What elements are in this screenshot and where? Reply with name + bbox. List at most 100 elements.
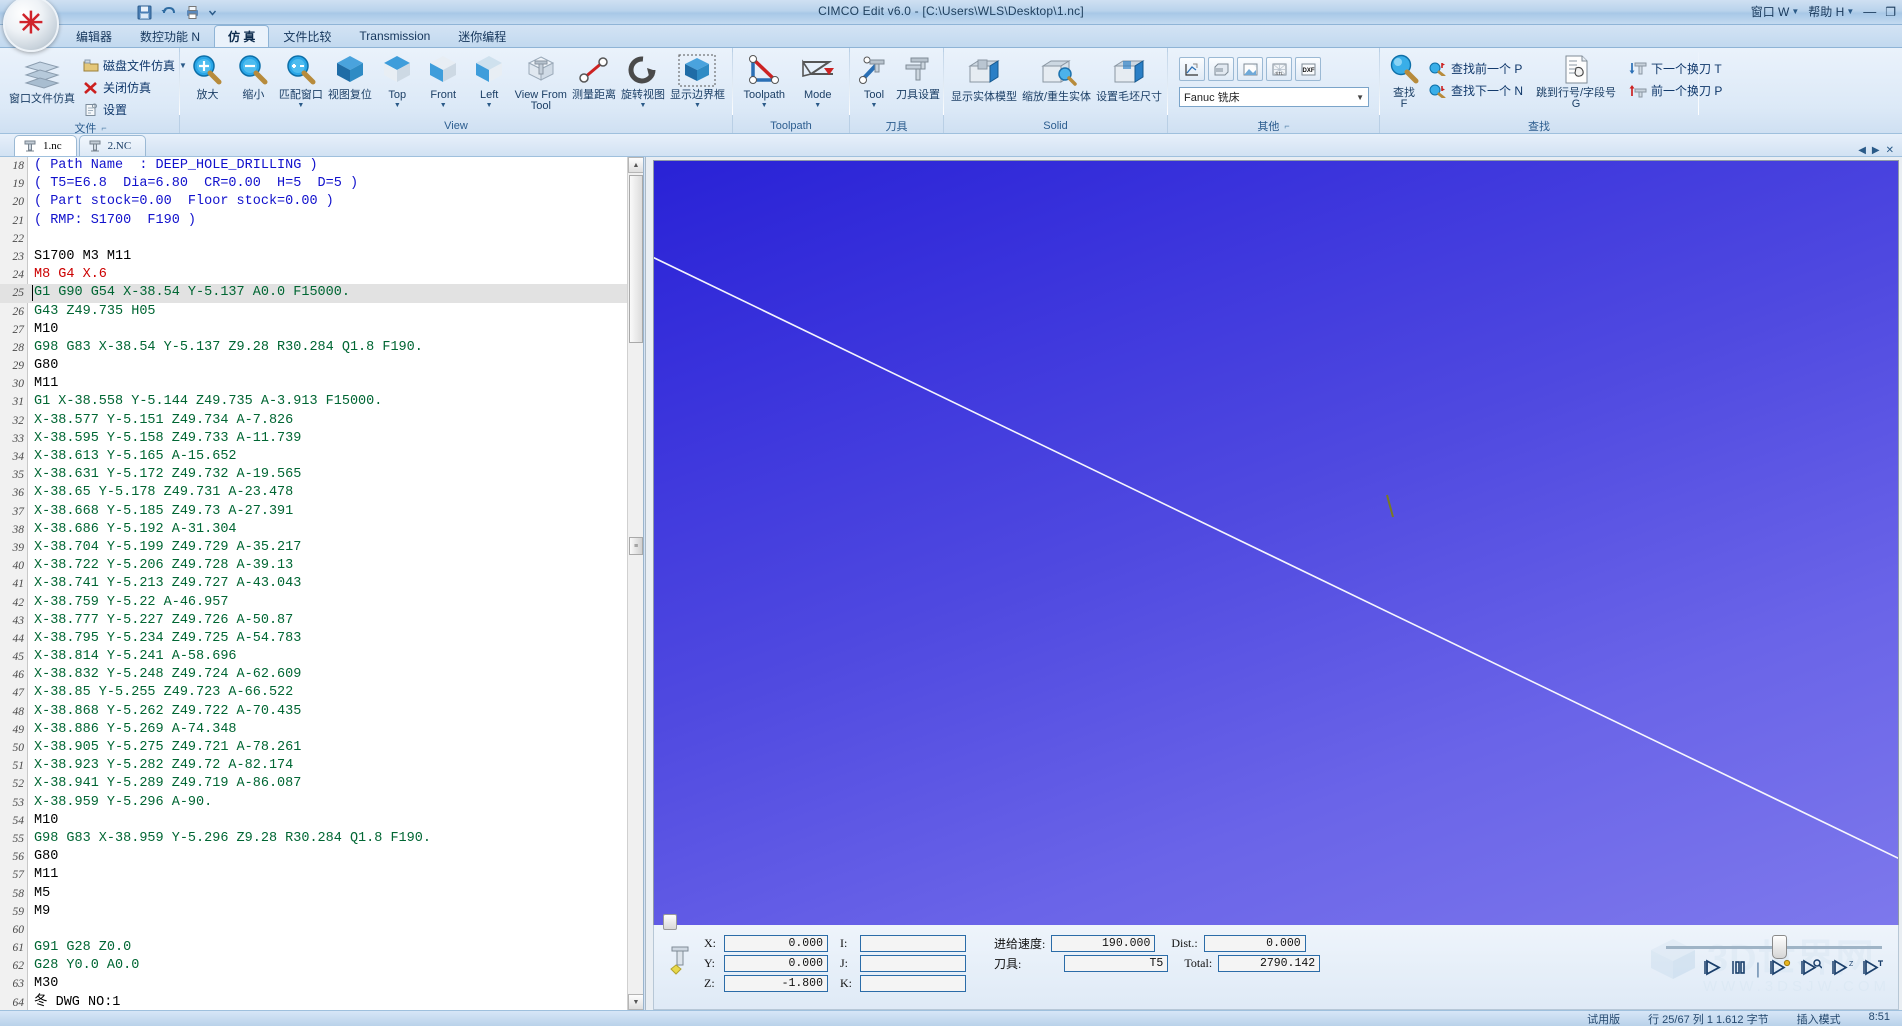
tool-value[interactable]: T5: [1064, 955, 1169, 972]
line-text[interactable]: M10: [28, 321, 58, 339]
chevron-down-icon[interactable]: ▼: [486, 102, 493, 109]
code-line[interactable]: 30 M11: [0, 375, 627, 393]
code-line[interactable]: 60: [0, 921, 627, 939]
machine-select[interactable]: Fanuc 铣床 ▼: [1179, 87, 1369, 107]
code-line[interactable]: 54 M10: [0, 812, 627, 830]
window-controls[interactable]: 窗口 W ▼ 帮助 H ▼ — ❐: [1751, 3, 1896, 20]
tab-close-icon[interactable]: ✕: [1886, 145, 1894, 156]
code-line[interactable]: 47 X-38.85 Y-5.255 Z49.723 A-66.522: [0, 684, 627, 702]
menu-window[interactable]: 窗口 W ▼: [1751, 3, 1800, 20]
line-text[interactable]: X-38.595 Y-5.158 Z49.733 A-11.739: [28, 430, 301, 448]
next-toolchange-button[interactable]: 下一个换刀 T: [1624, 58, 1727, 79]
code-line[interactable]: 33 X-38.595 Y-5.158 Z49.733 A-11.739: [0, 430, 627, 448]
tab-scroll-left-icon[interactable]: ◀: [1858, 145, 1866, 156]
code-line[interactable]: 52 X-38.941 Y-5.289 Z49.719 A-86.087: [0, 775, 627, 793]
toolpath-mode-button[interactable]: Mode ▼: [792, 51, 845, 110]
window-file-sim-button[interactable]: 窗口文件仿真: [7, 55, 77, 106]
disk-file-sim-button[interactable]: 磁盘文件仿真 ▼: [78, 55, 192, 76]
scroll-marker[interactable]: ≡: [629, 537, 643, 555]
code-line[interactable]: 23 S1700 M3 M11: [0, 248, 627, 266]
line-text[interactable]: G1 X-38.558 Y-5.144 Z49.735 A-3.913 F150…: [28, 393, 382, 411]
editor-vertical-scrollbar[interactable]: ▲ ≡ ▼: [627, 157, 643, 1010]
tool-setup-button[interactable]: 刀具设置: [894, 51, 942, 102]
line-text[interactable]: X-38.886 Y-5.269 A-74.348: [28, 721, 237, 739]
total-value[interactable]: 2790.142: [1218, 955, 1321, 972]
restore-button[interactable]: ❐: [1885, 5, 1896, 19]
zoom-out-button[interactable]: 缩小: [231, 51, 276, 102]
line-text[interactable]: X-38.741 Y-5.213 Z49.727 A-43.043: [28, 575, 301, 593]
stl-icon[interactable]: STL: [1266, 57, 1292, 81]
line-text[interactable]: X-38.65 Y-5.178 Z49.731 A-23.478: [28, 484, 293, 502]
tab-scroll-right-icon[interactable]: ▶: [1872, 145, 1880, 156]
line-text[interactable]: M9: [28, 903, 50, 921]
line-text[interactable]: S1700 M3 M11: [28, 248, 131, 266]
code-line[interactable]: 34 X-38.613 Y-5.165 A-15.652: [0, 448, 627, 466]
line-text[interactable]: X-38.959 Y-5.296 A-90.: [28, 794, 212, 812]
j-value[interactable]: [860, 955, 966, 972]
chevron-down-icon[interactable]: ▼: [640, 102, 647, 109]
line-text[interactable]: X-38.613 Y-5.165 A-15.652: [28, 448, 237, 466]
code-line[interactable]: 39 X-38.704 Y-5.199 Z49.729 A-35.217: [0, 539, 627, 557]
code-line[interactable]: 32 X-38.577 Y-5.151 Z49.734 A-7.826: [0, 412, 627, 430]
view-front-button[interactable]: Front ▼: [421, 51, 466, 110]
doc-tab-2nc[interactable]: 2.NC: [78, 135, 147, 156]
ribbon-tab-file-compare[interactable]: 文件比较: [269, 25, 345, 47]
line-text[interactable]: G28 Y0.0 A0.0: [28, 957, 139, 975]
show-solid-model-button[interactable]: 显示实体模型: [949, 51, 1019, 104]
code-line[interactable]: 62 G28 Y0.0 A0.0: [0, 957, 627, 975]
chevron-down-icon[interactable]: ▼: [694, 102, 701, 109]
line-text[interactable]: G80: [28, 357, 58, 375]
code-line[interactable]: 27 M10: [0, 321, 627, 339]
export-image-icon[interactable]: [1237, 57, 1263, 81]
line-text[interactable]: X-38.832 Y-5.248 Z49.724 A-62.609: [28, 666, 301, 684]
zoom-fit-window-button[interactable]: 匹配窗口 ▼: [277, 51, 325, 110]
doc-tab-1nc[interactable]: 1.nc: [14, 135, 77, 156]
z-value[interactable]: -1.800: [724, 975, 828, 992]
chevron-down-icon[interactable]: ▼: [871, 102, 878, 109]
chevron-down-icon[interactable]: ▼: [297, 102, 304, 109]
line-text[interactable]: ( T5=E6.8 Dia=6.80 CR=0.00 H=5 D=5 ): [28, 175, 358, 193]
toolpath-button[interactable]: Toolpath ▼: [738, 51, 791, 110]
line-text[interactable]: G43 Z49.735 H05: [28, 303, 156, 321]
document-tab-bar[interactable]: 1.nc 2.NC ◀ ▶ ✕: [0, 134, 1902, 157]
dxf-icon[interactable]: DXF: [1295, 57, 1321, 81]
dialog-launcher-icon[interactable]: ⌐: [101, 123, 106, 133]
line-text[interactable]: X-38.85 Y-5.255 Z49.723 A-66.522: [28, 684, 293, 702]
line-text[interactable]: X-38.777 Y-5.227 Z49.726 A-50.87: [28, 612, 293, 630]
panel-resize-handle[interactable]: [663, 914, 677, 930]
goto-line-button[interactable]: 跳到行号/字段号 G: [1535, 51, 1617, 111]
step-block-button[interactable]: [1769, 959, 1791, 981]
scroll-up-button[interactable]: ▲: [628, 157, 643, 173]
line-text[interactable]: X-38.759 Y-5.22 A-46.957: [28, 594, 228, 612]
playback-slider-thumb[interactable]: [1771, 935, 1787, 959]
view-reset-button[interactable]: 视图复位: [326, 51, 374, 102]
ribbon-tab-strip[interactable]: 编辑器 数控功能 N 仿 真 文件比较 Transmission 迷你编程: [0, 25, 1902, 48]
x-value[interactable]: 0.000: [724, 935, 828, 952]
line-text[interactable]: M11: [28, 866, 58, 884]
chevron-down-icon[interactable]: ▼: [1356, 93, 1364, 102]
code-line[interactable]: 31 G1 X-38.558 Y-5.144 Z49.735 A-3.913 F1…: [0, 393, 627, 411]
scroll-thumb[interactable]: [629, 175, 643, 343]
line-text[interactable]: M11: [28, 375, 58, 393]
code-line[interactable]: 40 X-38.722 Y-5.206 Z49.728 A-39.13: [0, 557, 627, 575]
line-text[interactable]: X-38.704 Y-5.199 Z49.729 A-35.217: [28, 539, 301, 557]
code-line[interactable]: 64 冬 DWG NO:1: [0, 994, 627, 1010]
ribbon-tab-transmission[interactable]: Transmission: [345, 25, 444, 47]
feed-rate-value[interactable]: 190.000: [1051, 935, 1156, 952]
plot-icon[interactable]: [1179, 57, 1205, 81]
playback-slider[interactable]: [1666, 935, 1882, 959]
line-text[interactable]: ( Part stock=0.00 Floor stock=0.00 ): [28, 193, 334, 211]
line-text[interactable]: X-38.941 Y-5.289 Z49.719 A-86.087: [28, 775, 301, 793]
code-line[interactable]: 50 X-38.905 Y-5.275 Z49.721 A-78.261: [0, 739, 627, 757]
zoom-in-button[interactable]: 放大: [185, 51, 230, 102]
code-line[interactable]: 20( Part stock=0.00 Floor stock=0.00 ): [0, 193, 627, 211]
line-text[interactable]: X-38.814 Y-5.241 A-58.696: [28, 648, 237, 666]
code-line[interactable]: 53 X-38.959 Y-5.296 A-90.: [0, 794, 627, 812]
chevron-down-icon[interactable]: ▼: [440, 102, 447, 109]
code-line[interactable]: 28 G98 G83 X-38.54 Y-5.137 Z9.28 R30.284 …: [0, 339, 627, 357]
machine-icon[interactable]: [1208, 57, 1234, 81]
ribbon-tab-simulation[interactable]: 仿 真: [214, 25, 270, 47]
line-text[interactable]: M10: [28, 812, 58, 830]
find-previous-button[interactable]: 查找前一个 P: [1424, 58, 1528, 79]
line-text[interactable]: G98 G83 X-38.54 Y-5.137 Z9.28 R30.284 Q1…: [28, 339, 423, 357]
